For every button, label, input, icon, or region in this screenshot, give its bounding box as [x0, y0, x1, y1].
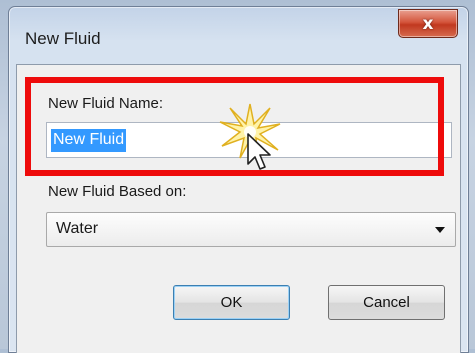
cancel-button[interactable]: Cancel	[328, 285, 445, 320]
mouse-cursor-icon	[247, 133, 271, 170]
based-on-value: Water	[56, 220, 99, 237]
chevron-down-icon	[435, 227, 445, 233]
dialog-title: New Fluid	[25, 29, 101, 48]
new-fluid-dialog: New Fluid x New Fluid Name: New Fluid Ne…	[8, 6, 469, 353]
based-on-dropdown[interactable]: Water	[46, 212, 456, 247]
close-icon: x	[422, 13, 434, 34]
title-bar[interactable]: New Fluid x	[9, 7, 468, 65]
close-button[interactable]: x	[398, 9, 458, 38]
ok-button[interactable]: OK	[173, 285, 290, 320]
based-on-label: New Fluid Based on:	[48, 183, 187, 200]
